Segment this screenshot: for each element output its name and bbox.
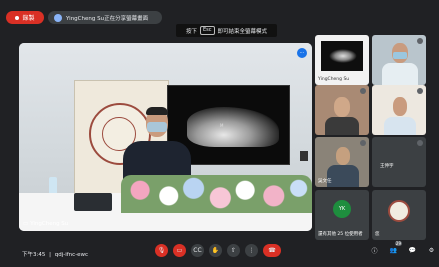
info-icon: ⓘ [371,248,378,255]
camera-toggle-button[interactable]: ▭ [173,244,186,257]
flower-arrangement [121,175,312,213]
activities-button[interactable]: ⚙ [425,244,438,257]
main-video-tile[interactable]: M ⋯ ▭ YingCheng Su [19,43,312,231]
self-avatar-seal [388,200,410,222]
chat-icon: 💬 [408,247,417,254]
camera-off-icon: ▭ [176,247,183,254]
speaker-mask [147,122,167,132]
raise-hand-button[interactable]: ✋ [209,244,222,257]
face-mask [393,52,407,59]
participant-name: 王伸宇 [380,164,394,169]
mic-off-icon [417,88,423,94]
pin-icon[interactable]: ⋯ [297,48,307,58]
captions-button[interactable]: CC [191,244,204,257]
participant-name: 您 [375,232,380,237]
call-controls: 🎙 ▭ CC ✋ ⇧ ⋮ ☎ [155,244,281,257]
hint-after: 即可結束全螢幕模式 [217,28,268,35]
mic-off-icon [417,38,423,44]
hang-up-icon: ☎ [268,247,276,254]
laptop [74,193,112,211]
presenting-text: YingCheng Su正在分享螢幕畫面 [66,15,149,22]
screen-share-icon: ▭ [23,221,29,227]
participant-name: YingCheng Su [318,77,350,82]
participant-head [336,147,350,165]
participant-tile[interactable]: YingCheng Su [315,35,369,85]
participant-body [325,117,359,135]
xray-foot-thumb [329,49,357,63]
participant-tile[interactable]: 您 [372,190,426,240]
fullscreen-hint: 按下 Esc 即可結束全螢幕模式 [176,24,277,37]
participant-avatar: YK [333,200,351,218]
mic-off-icon [417,140,423,146]
mic-toggle-button[interactable]: 🎙 [155,244,168,257]
presenter-avatar [54,13,62,22]
people-button[interactable]: 👥 29 [387,241,402,257]
speaker-hair [146,107,168,115]
leave-call-button[interactable]: ☎ [263,244,281,257]
mic-off-icon [360,140,366,146]
present-icon: ⇧ [230,247,237,254]
recording-label: 錄製 [22,15,35,22]
participant-head [393,97,407,116]
participant-tile[interactable]: 王伸宇 [372,137,426,187]
presenting-banner[interactable]: YingCheng Su正在分享螢幕畫面 [48,11,162,24]
mic-off-icon [360,88,366,94]
side-controls: ⓘ 👥 29 💬 ⚙ [368,241,438,257]
participant-tile[interactable] [315,85,369,135]
participant-tile[interactable] [372,85,426,135]
participant-body [382,63,418,85]
meeting-info: 下午3:45 | qdj-ifnc-ewc [22,252,89,258]
main-participant-name: ▭ YingCheng Su [23,221,69,227]
people-icon: 👥 [389,247,398,254]
hand-icon: ✋ [211,247,220,254]
participant-tile[interactable]: 吳文任 [315,137,369,187]
participant-head [334,97,350,117]
present-button[interactable]: ⇧ [227,244,240,257]
more-options-button[interactable]: ⋮ [245,244,258,257]
participant-body [384,117,416,135]
xray-label: M [220,123,224,128]
captions-icon: CC [193,247,202,254]
participant-name: 吳文任 [318,179,332,184]
meeting-code: qdj-ifnc-ewc [54,252,89,258]
participant-tile[interactable]: YK 還有其他 25 位使用者 [315,190,369,240]
side-object [300,151,308,161]
record-dot-icon [15,15,20,20]
hint-before: 按下 [185,28,197,35]
esc-key-label: Esc [199,26,215,35]
people-count-badge: 29 [394,241,402,246]
activities-icon: ⚙ [428,247,435,254]
chat-button[interactable]: 💬 [406,244,419,257]
mic-off-icon: 🎙 [157,247,166,254]
participant-tile[interactable] [372,35,426,85]
clock-time: 下午3:45 [22,252,46,258]
more-vert-icon: ⋮ [248,247,255,254]
meeting-details-button[interactable]: ⓘ [368,244,381,257]
participant-name: 還有其他 25 位使用者 [318,232,363,237]
recording-indicator[interactable]: 錄製 [6,11,44,24]
